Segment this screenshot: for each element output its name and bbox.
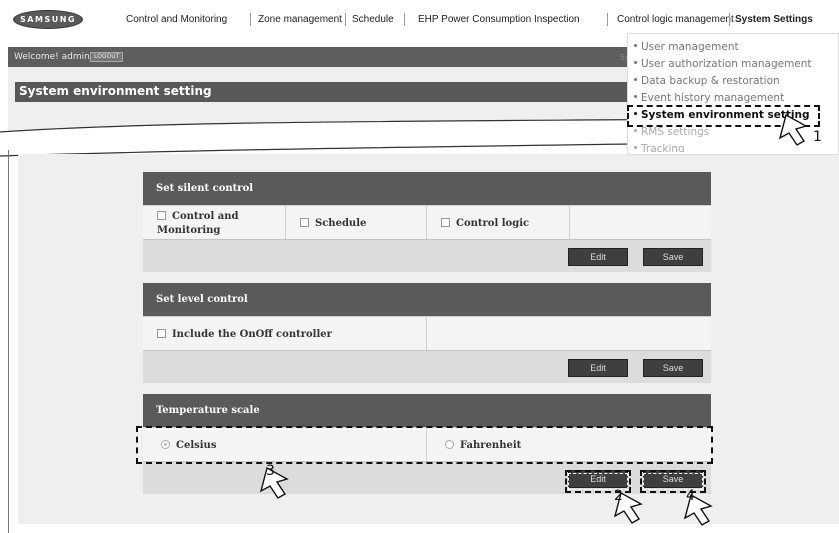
samsung-logo: SAMSUNG	[13, 10, 83, 29]
menu-item-data-backup[interactable]: Data backup & restoration	[634, 75, 780, 87]
menu-item-event-history[interactable]: Event history management	[634, 92, 784, 104]
menu-item-user-authorization[interactable]: User authorization management	[634, 58, 812, 70]
nav-separator	[345, 13, 346, 26]
control-monitoring-label: Control and Monitoring	[157, 211, 239, 236]
callout-number-4: 4	[686, 488, 695, 504]
silent-control-panel: Set silent control Control and Monitorin…	[143, 172, 711, 272]
nav-separator	[729, 13, 730, 26]
bullet-icon	[634, 129, 637, 132]
schedule-label: Schedule	[315, 218, 367, 229]
welcome-text: Welcome! admin.	[14, 52, 93, 62]
onoff-controller-checkbox[interactable]	[157, 329, 166, 338]
menu-item-label: Data backup & restoration	[641, 75, 780, 87]
onoff-controller-label: Include the OnOff controller	[172, 329, 332, 340]
nav-schedule[interactable]: Schedule	[352, 14, 394, 25]
menu-item-label: User authorization management	[641, 58, 812, 70]
level-control-title: Set level control	[143, 283, 711, 316]
callout-pointer-icon: 1	[778, 114, 822, 146]
menu-item-tracking[interactable]: Tracking	[634, 143, 685, 152]
callout-number-2: 2	[614, 488, 623, 504]
bullet-icon	[634, 78, 637, 81]
menu-item-label: RMS settings	[641, 126, 710, 138]
nav-control-logic[interactable]: Control logic management	[617, 14, 734, 25]
control-logic-checkbox[interactable]	[441, 218, 450, 227]
option-cell: Include the OnOff controller	[143, 317, 427, 350]
menu-item-label: Tracking	[641, 143, 685, 152]
menu-item-user-management[interactable]: User management	[634, 41, 739, 53]
nav-separator	[404, 13, 405, 26]
option-cell: Control and Monitoring	[143, 206, 286, 239]
option-cell: Schedule	[286, 206, 427, 239]
nav-separator	[250, 13, 251, 26]
logout-button[interactable]: LOGOUT	[90, 52, 124, 62]
menu-item-label: User management	[641, 41, 739, 53]
temperature-options-highlight	[136, 426, 713, 464]
callout-pointer-icon: 2	[613, 488, 643, 524]
callout-pointer-icon: 3	[259, 463, 289, 499]
silent-control-title: Set silent control	[143, 172, 711, 205]
nav-ehp-power[interactable]: EHP Power Consumption Inspection	[418, 14, 580, 25]
level-save-button[interactable]: Save	[643, 359, 703, 377]
control-monitoring-checkbox[interactable]	[157, 211, 166, 220]
level-edit-button[interactable]: Edit	[568, 359, 628, 377]
schedule-checkbox[interactable]	[300, 218, 309, 227]
control-logic-label: Control logic	[456, 218, 530, 229]
silent-control-options: Control and Monitoring Schedule Control …	[143, 205, 711, 239]
nav-separator	[607, 13, 608, 26]
bullet-icon	[634, 95, 637, 98]
callout-pointer-icon: 4	[683, 488, 713, 526]
silent-edit-button[interactable]: Edit	[568, 248, 628, 266]
silent-save-button[interactable]: Save	[643, 248, 703, 266]
highlight-inner	[139, 429, 710, 461]
bullet-icon	[634, 44, 637, 47]
nav-zone-management[interactable]: Zone management	[258, 14, 342, 25]
option-cell: Control logic	[427, 206, 570, 239]
silent-control-actions: Edit Save	[143, 239, 711, 272]
menu-item-rms-settings[interactable]: RMS settings	[634, 126, 709, 138]
level-control-options: Include the OnOff controller	[143, 316, 711, 350]
level-control-actions: Edit Save	[143, 350, 711, 383]
nav-system-settings[interactable]: System Settings	[735, 14, 813, 25]
callout-number-3: 3	[266, 463, 275, 479]
menu-item-label: Event history management	[641, 92, 785, 104]
bullet-icon	[634, 146, 637, 149]
callout-number-1: 1	[813, 129, 822, 145]
level-control-panel: Set level control Include the OnOff cont…	[143, 283, 711, 383]
page-left-border	[8, 150, 9, 533]
nav-control-monitoring[interactable]: Control and Monitoring	[126, 14, 227, 25]
temperature-scale-title: Temperature scale	[143, 394, 711, 427]
bullet-icon	[634, 61, 637, 64]
page-title: System environment setting	[19, 84, 212, 98]
